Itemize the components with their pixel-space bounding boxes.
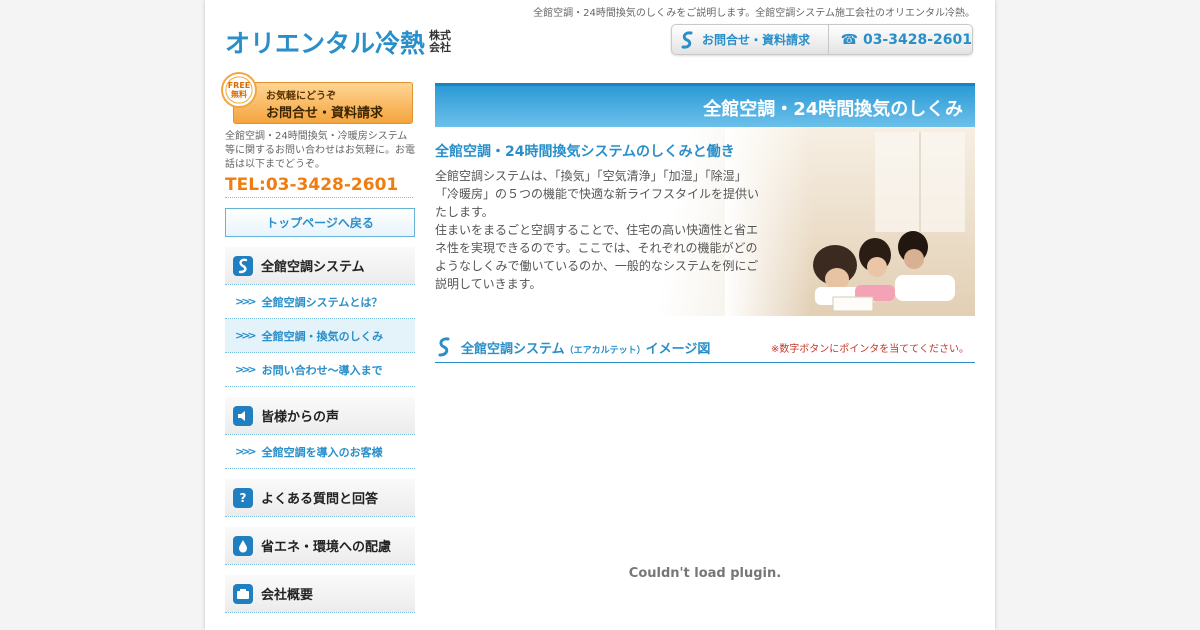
site-logo[interactable]: オリエンタル冷熱 株式 会社: [225, 24, 451, 60]
nav-group-system: 全館空調システム >>> 全館空調システムとは？ >>> 全館空調・換気のしくみ…: [225, 247, 415, 387]
header-contact-bar: お問合せ・資料請求 ☎ 03-3428-2601: [671, 24, 973, 55]
nav-group-voices: 皆様からの声 >>> 全館空調を導入のお客様: [225, 397, 415, 469]
speaker-icon: [233, 405, 253, 426]
double-chevron-icon: >>>: [235, 295, 257, 308]
nav-item-mechanism[interactable]: >>> 全館空調・換気のしくみ: [225, 319, 415, 353]
header-phone[interactable]: ☎ 03-3428-2601: [829, 32, 972, 48]
nav-group-eco: 省エネ・環境への配慮: [225, 527, 415, 565]
free-badge-en: FREE: [227, 81, 251, 90]
section-heading: 全館空調システム（エアカルテット）イメージ図 ※数字ボタンにポインタを当ててくだ…: [435, 332, 975, 363]
section-title-small: （エアカルテット）: [564, 345, 646, 356]
water-drop-icon: [233, 535, 253, 556]
free-inquiry-small: お気軽にどうぞ: [266, 91, 336, 102]
nav-head-company[interactable]: 会社概要: [225, 575, 415, 613]
family-photo: [725, 127, 975, 316]
main-content: 全館空調・24時間換気のしくみ 全館空調・24時間換気システムのしくみと働き 全…: [435, 83, 975, 613]
top-page-button[interactable]: トップページへ戻る: [225, 208, 415, 237]
logo-suffix: 株式 会社: [429, 30, 451, 54]
free-badge: FREE 無料: [221, 72, 257, 108]
nav-head-label: 会社概要: [261, 588, 314, 603]
logo-text: オリエンタル冷熱: [225, 29, 426, 58]
nav-item-label: 全館空調システムとは？: [261, 295, 383, 309]
free-inquiry-large: お問合せ・資料請求: [266, 106, 384, 121]
nav-head-label: よくある質問と回答: [261, 492, 379, 507]
nav-item-label: お問い合わせ〜導入まで: [261, 363, 383, 377]
header-contact-button[interactable]: お問合せ・資料請求: [672, 25, 829, 54]
question-icon: ?: [233, 487, 253, 508]
nav-head-label: 皆様からの声: [261, 410, 340, 425]
section-title-end: イメージ図: [645, 341, 711, 357]
company-icon: [233, 583, 253, 604]
nav-group-company: 会社概要: [225, 575, 415, 613]
nav-head-system[interactable]: 全館空調システム: [225, 247, 415, 285]
logo-suffix-line2: 会社: [429, 41, 452, 54]
sidebar: FREE 無料 お気軽にどうぞ お問合せ・資料請求 全館空調・24時間換気・冷暖…: [221, 70, 415, 613]
nav-item-inquiry-flow[interactable]: >>> お問い合わせ〜導入まで: [225, 353, 415, 387]
nav-head-label: 全館空調システム: [261, 260, 365, 275]
nav-item-label: 全館空調・換気のしくみ: [261, 329, 384, 343]
header-phone-number: ☎ 03-3428-2601: [840, 31, 972, 48]
nav-head-label: 省エネ・環境への配慮: [261, 540, 392, 555]
section-note: ※数字ボタンにポインタを当ててください。: [770, 344, 969, 355]
nav-head-eco[interactable]: 省エネ・環境への配慮: [225, 527, 415, 565]
inquiry-description: 全館空調・24時間換気・冷暖房システム等に関するお問い合わせはお気軽に。お電話は…: [225, 131, 415, 170]
free-badge-ja: 無料: [231, 90, 247, 99]
plugin-error-message: Couldn't load plugin.: [628, 566, 782, 581]
plugin-placeholder: Couldn't load plugin.: [435, 363, 975, 613]
brand-s-icon: [681, 30, 693, 49]
sidebar-tel[interactable]: TEL:03-3428-2601: [225, 175, 413, 198]
double-chevron-icon: >>>: [235, 445, 257, 458]
hero-subtitle: 全館空調・24時間換気システムのしくみと働き: [435, 144, 735, 160]
nav-group-faq: ? よくある質問と回答: [225, 479, 415, 517]
hero-body-text: 全館空調システムは、「換気」「空気清浄」「加湿」「除湿」「冷暖房」の５つの機能で…: [435, 169, 760, 291]
brand-s-icon: [438, 337, 450, 357]
double-chevron-icon: >>>: [235, 329, 257, 342]
section-title: 全館空調システム（エアカルテット）イメージ図: [461, 338, 710, 357]
hero-banner: 全館空調・24時間換気のしくみ: [435, 83, 975, 127]
hero-section: 全館空調・24時間換気のしくみ 全館空調・24時間換気システムのしくみと働き 全…: [435, 83, 975, 316]
header-contact-label: お問合せ・資料請求: [702, 33, 811, 47]
nav-item-label: 全館空調を導入のお客様: [261, 445, 383, 459]
nav-head-voices[interactable]: 皆様からの声: [225, 397, 415, 435]
double-chevron-icon: >>>: [235, 363, 257, 376]
free-inquiry-box: お気軽にどうぞ お問合せ・資料請求: [233, 82, 413, 124]
air-system-icon: [233, 255, 253, 276]
hero-banner-title: 全館空調・24時間換気のしくみ: [703, 99, 963, 120]
section-title-main: 全館空調システム: [461, 341, 565, 357]
nav-item-what-is[interactable]: >>> 全館空調システムとは？: [225, 285, 415, 319]
page: 全館空調・24時間換気のしくみをご説明します。全館空調システム施工会社のオリエン…: [205, 0, 995, 630]
header-tagline: 全館空調・24時間換気のしくみをご説明します。全館空調システム施工会社のオリエン…: [533, 8, 975, 19]
nav-item-customers[interactable]: >>> 全館空調を導入のお客様: [225, 435, 415, 469]
nav-head-faq[interactable]: ? よくある質問と回答: [225, 479, 415, 517]
free-inquiry-banner[interactable]: FREE 無料 お気軽にどうぞ お問合せ・資料請求: [221, 70, 415, 126]
